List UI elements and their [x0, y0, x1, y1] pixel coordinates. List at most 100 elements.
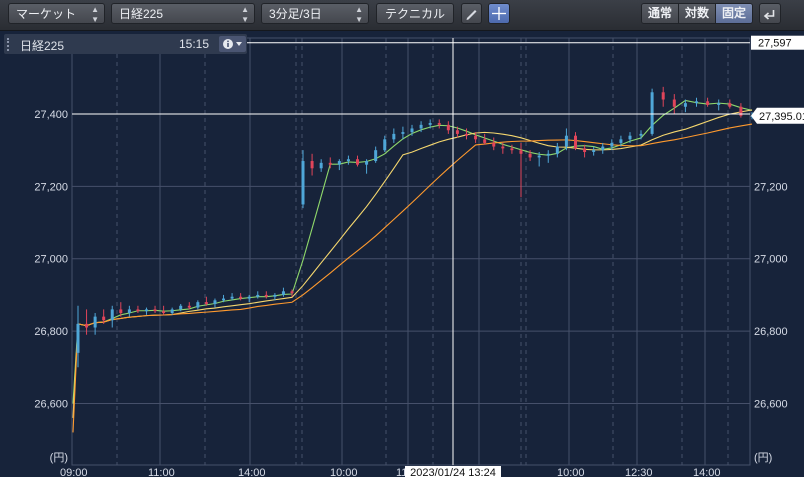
reset-button[interactable]: [759, 3, 781, 24]
candle-body: [196, 302, 200, 308]
pencil-icon: [466, 10, 477, 20]
candle-body: [290, 291, 294, 294]
candle-body: [365, 161, 369, 165]
period-select[interactable]: 3分足/3日 ▲ ▼: [261, 3, 369, 24]
candle-body: [346, 159, 350, 162]
candle-body: [213, 300, 217, 304]
candle-body: [537, 155, 541, 158]
y-tick-label-right: 26,600: [754, 398, 788, 410]
scale-mode-log[interactable]: 対数: [679, 4, 717, 23]
candle-body: [239, 296, 243, 299]
y-tick-label-left: 27,200: [34, 181, 68, 193]
candle-body: [310, 161, 314, 169]
candle-body: [717, 103, 721, 105]
candle-body: [483, 139, 487, 143]
select-arrows-icon: ▲ ▼: [355, 5, 363, 24]
candle-body: [93, 316, 97, 328]
candle-body: [301, 161, 305, 205]
candle-body: [628, 135, 632, 140]
select-arrows-icon: ▲ ▼: [241, 5, 249, 24]
candle-body: [102, 316, 106, 321]
candle-body: [546, 153, 550, 156]
scale-mode-normal[interactable]: 通常: [642, 4, 680, 23]
candle-body: [222, 298, 226, 301]
candle-body: [519, 150, 523, 154]
candle-body: [256, 294, 260, 297]
y-tick-label-left: 27,400: [34, 109, 68, 121]
pencil-button[interactable]: [461, 3, 482, 24]
scale-mode-fixed[interactable]: 固定: [716, 4, 753, 23]
candle-body: [555, 146, 559, 154]
y-tick-label-right: 27,000: [754, 254, 788, 266]
moving-average-long: [72, 123, 753, 433]
candle-body: [610, 142, 614, 147]
drag-handle-icon[interactable]: [7, 38, 12, 51]
y-tick-label-left: 27,000: [34, 254, 68, 266]
candle-body: [661, 92, 665, 100]
x-tick-label: 10:00: [330, 467, 358, 477]
scale-mode-group: 通常 対数 固定: [641, 3, 754, 24]
candle-body: [170, 309, 174, 314]
candle-body: [153, 309, 157, 312]
moving-average-lines: [72, 99, 753, 433]
x-tick-label: 10:00: [557, 467, 585, 477]
candle-body: [564, 135, 568, 147]
candle-body: [281, 291, 285, 295]
y-tick-label-left: 26,800: [34, 326, 68, 338]
candle-body: [410, 128, 414, 133]
candle-body: [187, 305, 191, 308]
candle-body: [639, 133, 643, 136]
candle-body: [574, 135, 577, 149]
candle-body: [85, 323, 89, 328]
candle-body: [619, 139, 623, 143]
candle-body: [474, 135, 478, 140]
info-menu-button[interactable]: [219, 36, 246, 52]
x-tick-label: 14:00: [693, 467, 721, 477]
y-tick-label-right: 27,200: [754, 181, 788, 193]
market-select[interactable]: マーケット ▲ ▼: [8, 3, 105, 24]
x-tick-label: 12:30: [625, 467, 653, 477]
candle-body: [401, 132, 405, 134]
candle-body: [273, 294, 277, 297]
select-arrows-icon: ▲ ▼: [91, 5, 99, 24]
info-time: 15:15: [179, 37, 210, 51]
y-tick-label-left: 26,600: [34, 398, 68, 410]
candle-body: [136, 309, 140, 312]
candle-body: [455, 130, 459, 134]
candle-body: [583, 148, 587, 152]
candle-body: [110, 309, 114, 321]
candle-body: [528, 153, 532, 158]
symbol-select[interactable]: 日経225 ▲ ▼: [111, 3, 255, 24]
y-unit-label-right: (円): [754, 452, 772, 464]
candle-body: [264, 294, 268, 297]
candle-body: [328, 162, 332, 165]
market-select-label: マーケット: [16, 7, 77, 21]
period-select-label: 3分足/3日: [269, 7, 322, 21]
candle-body: [319, 162, 323, 169]
candle-body: [230, 296, 234, 299]
candle-body: [162, 311, 166, 314]
x-tick-label: 14:00: [238, 467, 266, 477]
candle-body: [337, 161, 341, 165]
candle-body: [706, 101, 710, 105]
x-tick-label: 11:00: [148, 467, 175, 477]
candle-body: [695, 101, 698, 104]
candle-body: [446, 124, 450, 131]
y-tick-label-right: 26,800: [754, 326, 788, 338]
candle-body: [383, 139, 387, 151]
candle-body: [601, 146, 605, 151]
info-symbol: 日経225: [20, 39, 65, 53]
candle-body: [672, 99, 676, 107]
candle-body: [247, 296, 251, 299]
candle-body: [179, 305, 183, 310]
candlestick-series: [76, 86, 754, 368]
candle-body: [437, 123, 441, 125]
chart-grid: [71, 37, 751, 466]
candle-body: [492, 142, 496, 147]
crosshair-button[interactable]: [488, 3, 510, 24]
y-unit-label-left: (円): [50, 452, 68, 464]
candle-body: [650, 92, 654, 134]
candle-body: [728, 103, 732, 107]
technical-button[interactable]: テクニカル: [376, 3, 454, 24]
price-chart[interactable]: 26,600 26,600 26,800 26,800 27,000 27,000 27,2…: [0, 30, 804, 477]
